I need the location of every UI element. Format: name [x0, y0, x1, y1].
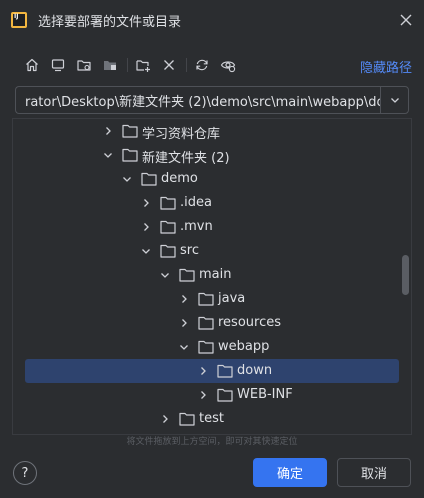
chevron-down-icon[interactable]	[178, 341, 190, 353]
close-icon[interactable]	[398, 12, 414, 28]
tree-item[interactable]: .mvn	[13, 215, 399, 239]
delete-icon[interactable]	[160, 56, 178, 74]
tree-item[interactable]: demo	[13, 167, 399, 191]
chevron-down-icon[interactable]	[159, 269, 171, 281]
path-history-dropdown[interactable]	[380, 86, 409, 114]
chevron-right-icon[interactable]	[102, 125, 114, 137]
tree-item-label: 新建文件夹 (2)	[142, 151, 230, 166]
chevron-right-icon[interactable]	[178, 293, 190, 305]
tree-item[interactable]: test	[13, 407, 399, 431]
toolbar-separator	[186, 58, 187, 72]
tree-item[interactable]: java	[13, 287, 399, 311]
tree-item-label: test	[199, 411, 224, 426]
tree-item-label: WEB-INF	[237, 387, 293, 402]
cancel-button[interactable]: 取消	[337, 458, 411, 487]
home-icon[interactable]	[23, 56, 41, 74]
path-input[interactable]	[16, 87, 380, 113]
folder-icon	[160, 220, 176, 234]
refresh-icon[interactable]	[193, 56, 211, 74]
tree-item[interactable]: main	[13, 263, 399, 287]
tree-item[interactable]: .idea	[13, 191, 399, 215]
tree-item[interactable]: 新建文件夹 (2)	[13, 143, 399, 167]
tree-item[interactable]: resources	[13, 311, 399, 335]
module-folder-icon[interactable]	[101, 56, 119, 74]
ok-button[interactable]: 确定	[253, 458, 327, 487]
folder-icon	[160, 196, 176, 210]
chevron-down-icon[interactable]	[102, 149, 114, 161]
folder-icon	[160, 244, 176, 258]
scrollbar-thumb[interactable]	[402, 255, 409, 295]
dialog-title: 选择要部署的文件或目录	[38, 15, 182, 30]
chevron-right-icon[interactable]	[197, 365, 209, 377]
intellij-icon: IJ	[11, 12, 27, 28]
hide-path-link[interactable]: 隐藏路径	[360, 57, 412, 76]
chevron-right-icon[interactable]	[178, 317, 190, 329]
tree-item-label: demo	[161, 171, 198, 186]
chevron-right-icon[interactable]	[159, 413, 171, 425]
folder-icon	[217, 388, 233, 402]
selection-highlight	[25, 359, 399, 383]
tree-item-label: .mvn	[180, 219, 213, 234]
chevron-right-icon[interactable]	[197, 389, 209, 401]
tree-item-label: java	[218, 291, 246, 306]
chevron-down-icon	[390, 98, 399, 103]
tree-item[interactable]: down	[13, 359, 399, 383]
folder-icon	[122, 124, 138, 138]
project-folder-icon[interactable]	[75, 56, 93, 74]
folder-icon	[198, 316, 214, 330]
folder-icon	[198, 292, 214, 306]
drop-hint: 将文件拖放到上方空间，即可对其快速定位	[126, 437, 298, 447]
tree-item-label: webapp	[218, 339, 270, 354]
tree-item[interactable]: 学习资料仓库	[13, 119, 399, 143]
directory-tree[interactable]: 学习资料仓库 新建文件夹 (2) demo .idea .mvn src main java r…	[12, 118, 412, 435]
folder-icon	[198, 340, 214, 354]
folder-icon	[179, 412, 195, 426]
folder-icon	[217, 364, 233, 378]
tree-item-label: .idea	[180, 195, 212, 210]
chevron-down-icon[interactable]	[140, 245, 152, 257]
folder-icon	[122, 148, 138, 162]
new-folder-icon[interactable]	[134, 56, 152, 74]
title-bar: IJ 选择要部署的文件或目录	[0, 0, 424, 40]
folder-icon	[179, 268, 195, 282]
path-field[interactable]	[15, 86, 380, 114]
tree-item[interactable]: src	[13, 239, 399, 263]
tree-item-label: down	[237, 363, 273, 378]
toolbar-separator	[127, 58, 128, 72]
tree-item[interactable]: webapp	[13, 335, 399, 359]
tree-item-label: main	[199, 267, 232, 282]
show-hidden-icon[interactable]	[219, 56, 237, 74]
chevron-down-icon[interactable]	[121, 173, 133, 185]
tree-item-label: 学习资料仓库	[142, 127, 221, 142]
desktop-icon[interactable]	[49, 56, 67, 74]
tree-item-label: resources	[218, 315, 282, 330]
tree-item[interactable]: WEB-INF	[13, 383, 399, 407]
chevron-right-icon[interactable]	[140, 197, 152, 209]
help-button[interactable]: ?	[13, 461, 37, 485]
chevron-right-icon[interactable]	[140, 221, 152, 233]
toolbar: 隐藏路径	[0, 52, 424, 78]
tree-item-label: src	[180, 243, 199, 258]
folder-icon	[141, 172, 157, 186]
